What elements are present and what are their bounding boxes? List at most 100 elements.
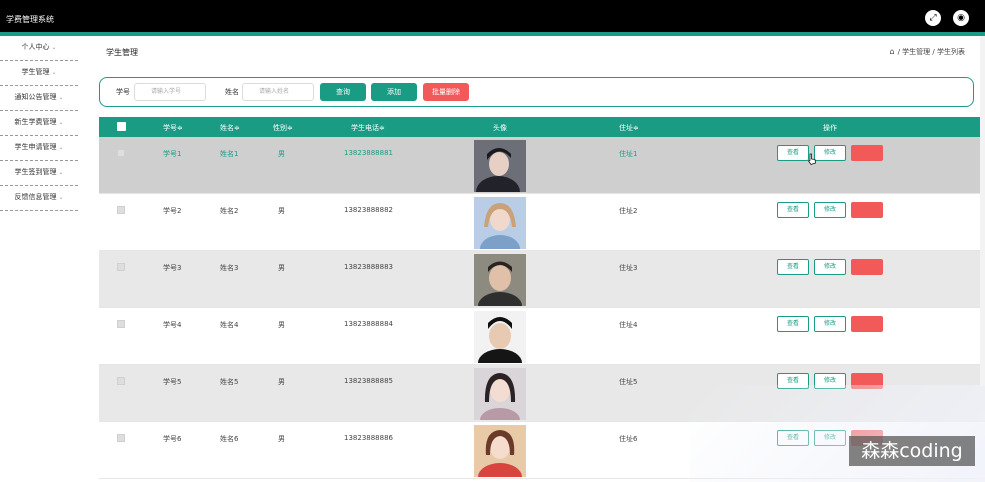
add-button[interactable]: 添加 <box>371 83 417 101</box>
sidebar-item-label: 学生申请管理 <box>14 143 57 151</box>
cell-address: 住址4 <box>619 321 638 329</box>
chevron-down-icon: ⌄ <box>51 69 57 76</box>
view-button[interactable]: 查看 <box>777 202 809 218</box>
chevron-down-icon: ⌄ <box>58 94 64 101</box>
avatar <box>474 254 526 306</box>
cell-student-no: 学号1 <box>163 150 182 158</box>
avatar <box>474 140 526 192</box>
cell-gender: 男 <box>278 378 285 386</box>
edit-button[interactable]: 修改 <box>814 202 846 218</box>
batch-delete-button[interactable]: 批量删除 <box>423 83 469 101</box>
col-gender[interactable]: 性别≑ <box>273 123 293 133</box>
top-bar-accent <box>0 32 985 36</box>
cell-phone: 13823888884 <box>344 320 393 328</box>
cell-student-no: 学号5 <box>163 378 182 386</box>
col-actions: 操作 <box>823 124 837 132</box>
hand-cursor-icon <box>807 153 816 165</box>
app-title: 学费管理系统 <box>6 15 54 24</box>
page-title: 学生管理 <box>106 48 138 57</box>
cell-student-no: 学号6 <box>163 435 182 443</box>
name-input[interactable]: 请输入姓名 <box>242 83 314 101</box>
delete-button[interactable]: 删除 <box>851 259 883 275</box>
row-checkbox[interactable] <box>117 320 125 328</box>
sidebar-item-feedback[interactable]: 反馈信息管理 ⌄ <box>0 186 78 211</box>
col-avatar: 头像 <box>493 124 507 132</box>
sidebar-item-check-in[interactable]: 学生签到管理 ⌄ <box>0 161 78 186</box>
edit-button[interactable]: 修改 <box>814 145 846 161</box>
cell-address: 住址3 <box>619 264 638 272</box>
cell-gender: 男 <box>278 264 285 272</box>
sidebar-item-label: 通知公告管理 <box>14 93 57 101</box>
row-checkbox[interactable] <box>117 263 125 271</box>
cell-gender: 男 <box>278 207 285 215</box>
sidebar-item-notices[interactable]: 通知公告管理 ⌄ <box>0 86 78 111</box>
edit-button[interactable]: 修改 <box>814 259 846 275</box>
sidebar-item-label: 新生学费管理 <box>14 118 57 126</box>
cell-name: 姓名2 <box>220 207 239 215</box>
name-label: 姓名 <box>225 88 239 96</box>
sidebar-item-personal-center[interactable]: 个人中心 ⌄ <box>0 36 78 61</box>
cell-student-no: 学号2 <box>163 207 182 215</box>
row-checkbox[interactable] <box>117 434 125 442</box>
chevron-down-icon: ⌄ <box>58 194 64 201</box>
top-bar: 学费管理系统 ⤢ ◉ <box>0 0 985 36</box>
edit-button[interactable]: 修改 <box>814 316 846 332</box>
home-icon[interactable]: ⌂ <box>890 47 895 56</box>
row-checkbox[interactable] <box>117 377 125 385</box>
cell-address: 住址1 <box>619 150 638 158</box>
avatar <box>474 197 526 249</box>
cell-name: 姓名1 <box>220 150 239 158</box>
col-phone[interactable]: 学生电话≑ <box>351 123 385 133</box>
cell-gender: 男 <box>278 435 285 443</box>
sidebar-item-new-student-fees[interactable]: 新生学费管理 ⌄ <box>0 111 78 136</box>
col-name[interactable]: 姓名≑ <box>220 123 240 133</box>
avatar <box>474 368 526 420</box>
row-checkbox[interactable] <box>117 206 125 214</box>
cell-name: 姓名4 <box>220 321 239 329</box>
table-row: 学号2 姓名2 男 13823888882 住址2 查看 修改 删除 <box>99 194 985 251</box>
sidebar-item-label: 学生签到管理 <box>14 168 57 176</box>
cell-phone: 13823888881 <box>344 149 393 157</box>
cell-name: 姓名6 <box>220 435 239 443</box>
screen-glare <box>690 385 985 482</box>
cell-phone: 13823888885 <box>344 377 393 385</box>
page-scrollbar[interactable] <box>980 36 985 386</box>
delete-button[interactable]: 删除 <box>851 316 883 332</box>
cell-student-no: 学号3 <box>163 264 182 272</box>
cell-phone: 13823888883 <box>344 263 393 271</box>
col-address[interactable]: 住址≑ <box>619 123 639 133</box>
cell-gender: 男 <box>278 150 285 158</box>
view-button[interactable]: 查看 <box>777 145 809 161</box>
sidebar-item-students[interactable]: 学生管理 ⌄ <box>0 61 78 86</box>
fullscreen-icon[interactable]: ⤢ <box>925 10 941 26</box>
student-no-label: 学号 <box>116 88 130 96</box>
cell-address: 住址6 <box>619 435 638 443</box>
avatar <box>474 425 526 477</box>
cell-address: 住址5 <box>619 378 638 386</box>
sidebar-item-label: 学生管理 <box>21 68 50 76</box>
cell-phone: 13823888882 <box>344 206 393 214</box>
view-button[interactable]: 查看 <box>777 259 809 275</box>
chevron-down-icon: ⌄ <box>58 144 64 151</box>
user-icon[interactable]: ◉ <box>953 10 969 26</box>
student-no-input[interactable]: 请输入学号 <box>134 83 206 101</box>
breadcrumb-path: / 学生管理 / 学生列表 <box>897 48 965 56</box>
watermark: 森森coding <box>849 436 975 466</box>
sidebar-item-applications[interactable]: 学生申请管理 ⌄ <box>0 136 78 161</box>
sidebar: 个人中心 ⌄ 学生管理 ⌄ 通知公告管理 ⌄ 新生学费管理 ⌄ 学生申请管理 ⌄ 学生签到… <box>0 36 78 482</box>
delete-button[interactable]: 删除 <box>851 202 883 218</box>
select-all-checkbox[interactable] <box>117 122 126 131</box>
query-button[interactable]: 查询 <box>320 83 366 101</box>
table-row: 学号4 姓名4 男 13823888884 住址4 查看 修改 删除 <box>99 308 985 365</box>
view-button[interactable]: 查看 <box>777 316 809 332</box>
cell-name: 姓名3 <box>220 264 239 272</box>
table-row: 学号1 姓名1 男 13823888881 住址1 查看 修改 删除 <box>99 137 985 194</box>
avatar <box>474 311 526 363</box>
table-row: 学号3 姓名3 男 13823888883 住址3 查看 修改 删除 <box>99 251 985 308</box>
chevron-down-icon: ⌄ <box>58 119 64 126</box>
delete-button[interactable]: 删除 <box>851 145 883 161</box>
breadcrumb: ⌂ / 学生管理 / 学生列表 <box>890 47 965 57</box>
cell-gender: 男 <box>278 321 285 329</box>
col-student-no[interactable]: 学号≑ <box>163 123 183 133</box>
row-checkbox[interactable] <box>117 149 125 157</box>
